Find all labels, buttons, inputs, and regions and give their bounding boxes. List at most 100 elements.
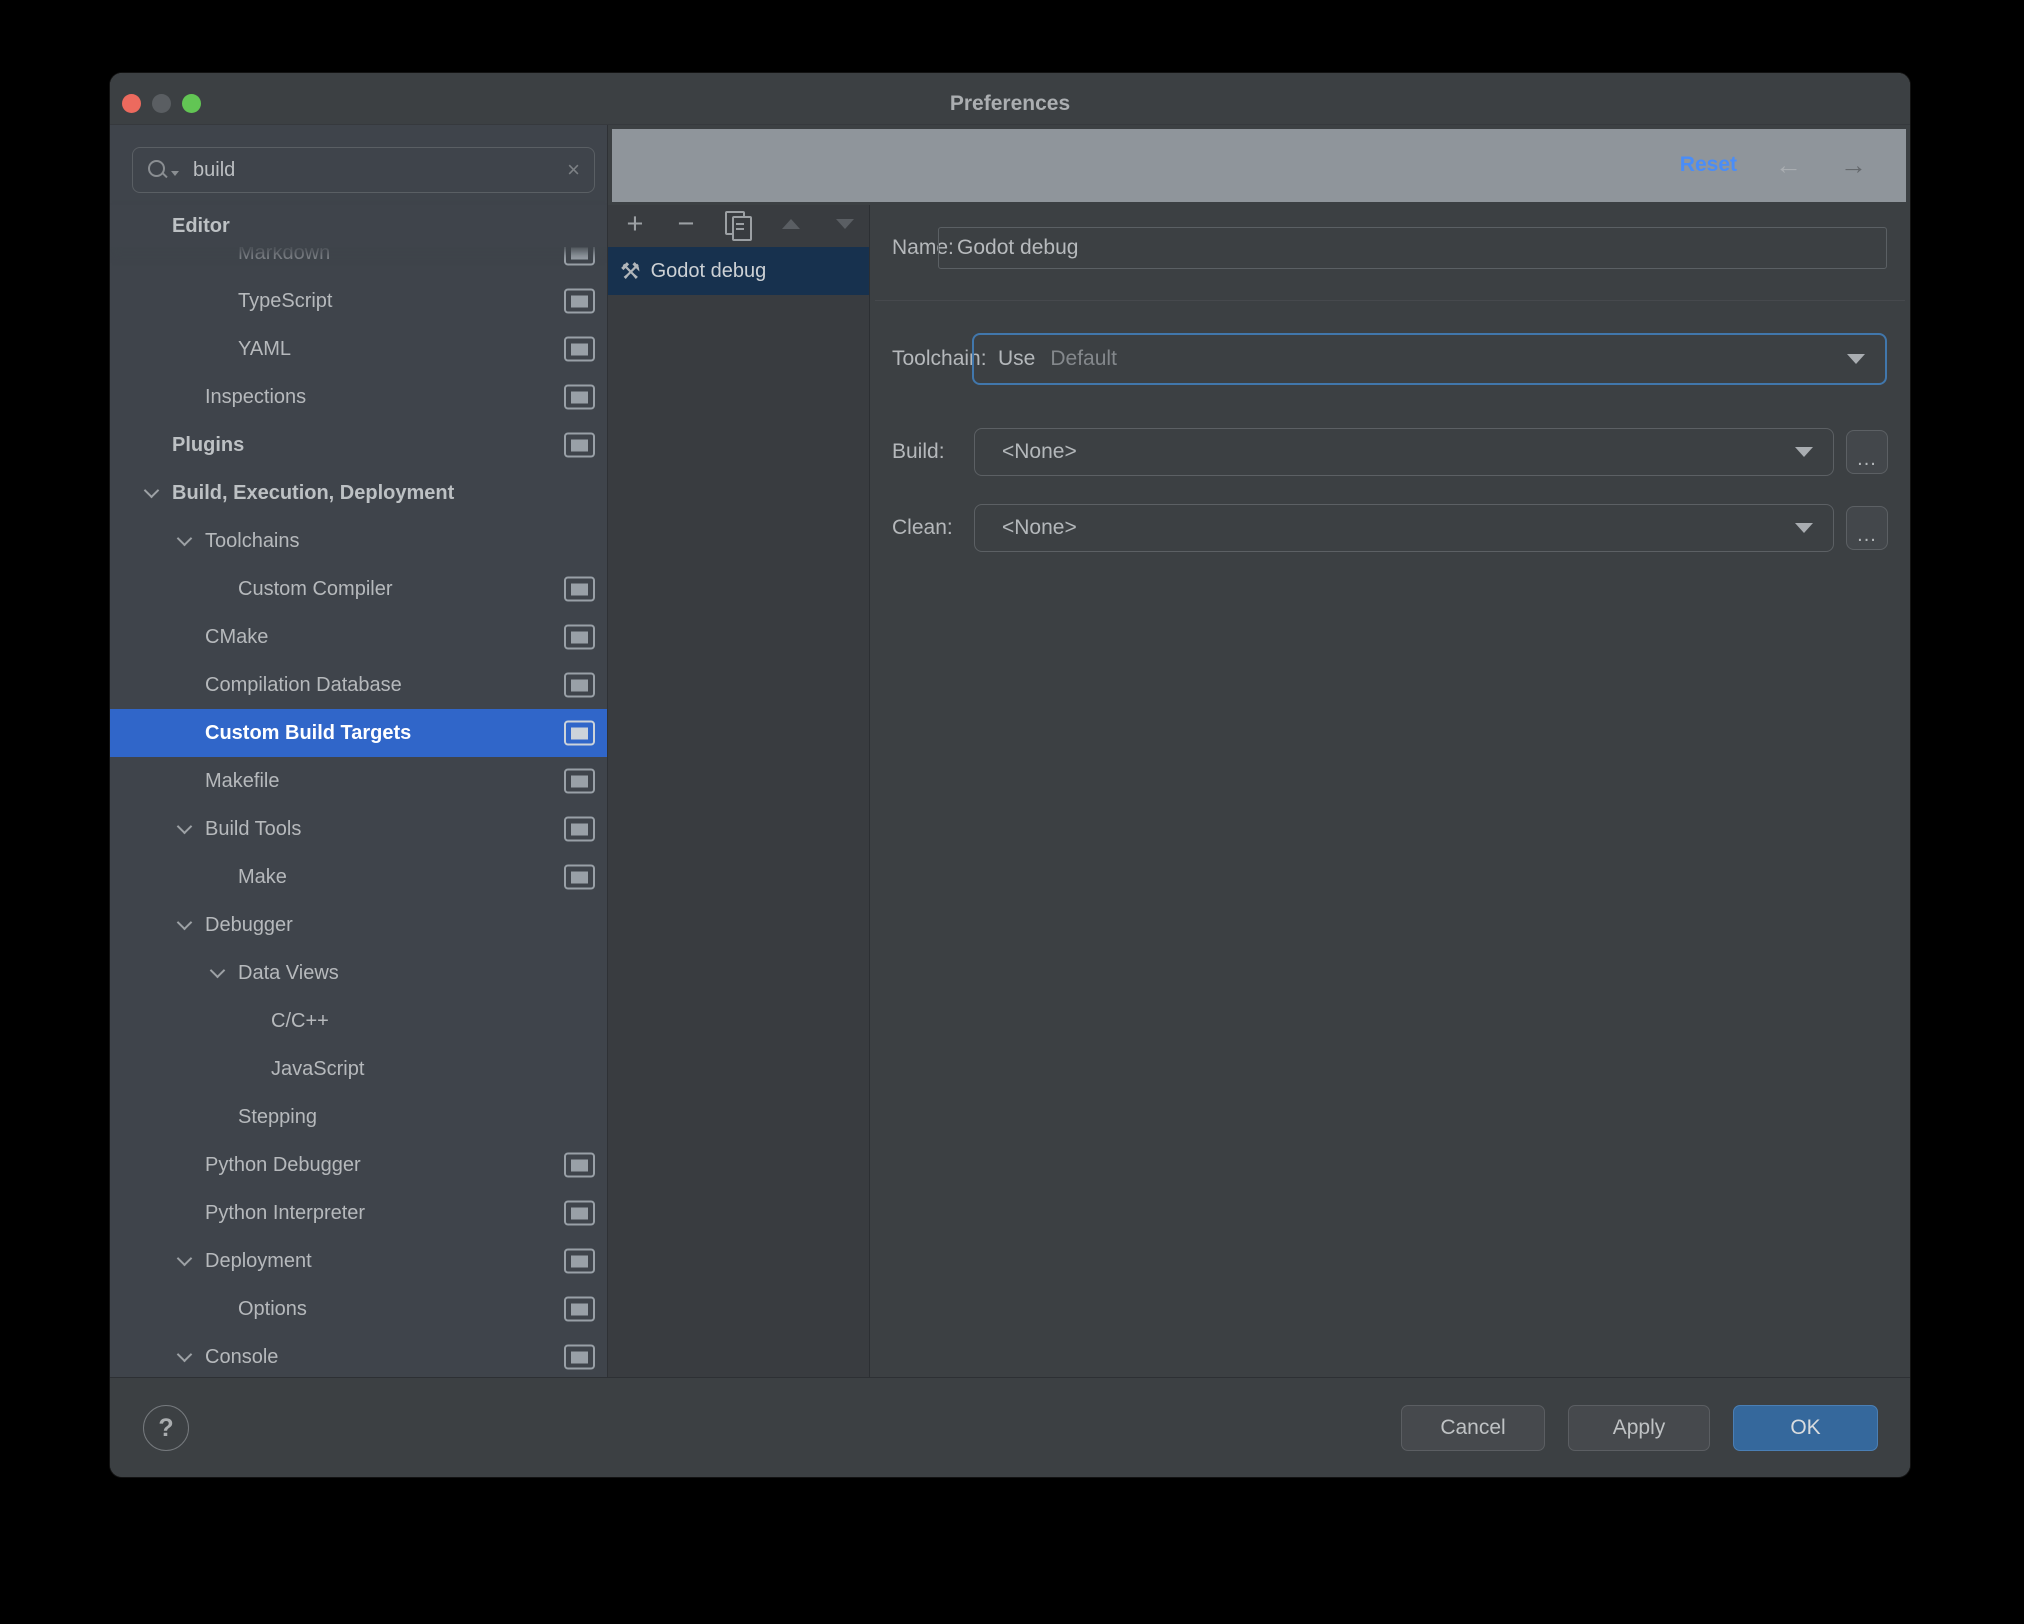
sidebar-item-label: Build Tools (205, 817, 302, 840)
chevron-down-icon (1795, 523, 1813, 533)
window-title: Preferences (949, 91, 1071, 115)
reset-link[interactable]: Reset (1680, 153, 1737, 177)
sidebar-item-label: C/C++ (271, 1009, 329, 1032)
sidebar-item-cmake[interactable]: CMake (110, 613, 607, 661)
sidebar-item-build-execution-deployment[interactable]: Build, Execution, Deployment (110, 469, 607, 517)
sidebar-sticky-group-editor[interactable]: Editor (110, 205, 607, 247)
help-button[interactable]: ? (143, 1405, 189, 1451)
sidebar-item-label: TypeScript (238, 289, 333, 312)
settings-page-icon (564, 672, 595, 698)
toolchain-prefix: Use (998, 347, 1036, 370)
forward-arrow-icon[interactable]: → (1840, 151, 1867, 179)
close-button[interactable] (122, 94, 141, 113)
build-targets-list: + − ⚒ Godot debug (608, 205, 870, 1377)
target-settings-form: Name: Toolchain: Use Default Build: <Non… (870, 205, 1910, 1377)
sidebar-item-label: Inspections (205, 385, 307, 408)
settings-header: Build, Execution, Deployment › Custom Bu… (608, 125, 1910, 205)
sidebar-item-toolchains[interactable]: Toolchains (110, 517, 607, 565)
sidebar-item-label: Compilation Database (205, 673, 402, 696)
clean-label: Clean: (892, 516, 953, 539)
name-field[interactable] (938, 227, 1887, 269)
sidebar-item-c-c[interactable]: C/C++ (110, 997, 607, 1045)
sidebar-item-compilation-database[interactable]: Compilation Database (110, 661, 607, 709)
sidebar-item-label: Python Interpreter (205, 1201, 366, 1224)
toolchain-select[interactable]: Use Default (972, 333, 1887, 385)
search-icon (147, 159, 169, 181)
sidebar-item-data-views[interactable]: Data Views (110, 949, 607, 997)
build-select[interactable]: <None> (974, 428, 1834, 476)
up-arrow-icon (782, 219, 800, 229)
sidebar-item-inspections[interactable]: Inspections (110, 373, 607, 421)
sidebar-item-console[interactable]: Console (110, 1333, 607, 1377)
search-input[interactable] (179, 158, 568, 182)
settings-page-icon (1208, 154, 1235, 176)
build-value: <None> (1002, 440, 1077, 463)
sidebar-item-makefile[interactable]: Makefile (110, 757, 607, 805)
sidebar-item-label: Makefile (205, 769, 280, 792)
sidebar-item-custom-build-targets[interactable]: Custom Build Targets (110, 709, 607, 757)
search-history-caret-icon[interactable] (171, 170, 179, 176)
target-item-label: Godot debug (650, 259, 767, 282)
sidebar-item-python-debugger[interactable]: Python Debugger (110, 1141, 607, 1189)
sidebar-item-plugins[interactable]: Plugins (110, 421, 607, 469)
target-list-item-godot-debug[interactable]: ⚒ Godot debug (608, 247, 869, 295)
build-tools-icon: ⚒ (620, 257, 641, 284)
settings-page-icon (564, 288, 595, 314)
sidebar-item-typescript[interactable]: TypeScript (110, 277, 607, 325)
window-controls (116, 94, 201, 113)
settings-page-icon (564, 1200, 595, 1226)
sidebar-item-label: Make (238, 865, 287, 888)
chevron-down-icon[interactable] (176, 530, 193, 546)
sidebar-item-label: Custom Build Targets (205, 721, 412, 744)
sidebar-item-build-tools[interactable]: Build Tools (110, 805, 607, 853)
chevron-down-icon (1795, 447, 1813, 457)
sidebar-item-custom-compiler[interactable]: Custom Compiler (110, 565, 607, 613)
chevron-down-icon[interactable] (176, 1250, 193, 1266)
sidebar-item-stepping[interactable]: Stepping (110, 1093, 607, 1141)
back-arrow-icon[interactable]: ← (1775, 151, 1802, 179)
settings-page-icon (564, 576, 595, 602)
sidebar-item-label: JavaScript (271, 1057, 365, 1080)
sidebar-item-label: Options (238, 1297, 307, 1320)
settings-page-icon (564, 1296, 595, 1322)
clean-browse-button[interactable]: ... (1846, 506, 1888, 550)
ok-button[interactable]: OK (1733, 1405, 1878, 1451)
sidebar-item-deployment[interactable]: Deployment (110, 1237, 607, 1285)
settings-page-icon (564, 384, 595, 410)
chevron-down-icon[interactable] (176, 914, 193, 930)
chevron-down-icon[interactable] (176, 818, 193, 834)
settings-search[interactable]: × (132, 147, 595, 193)
move-down-button[interactable] (830, 205, 860, 243)
sidebar-item-make[interactable]: Make (110, 853, 607, 901)
copy-icon (724, 210, 752, 241)
clear-search-icon[interactable]: × (567, 159, 580, 181)
toolchain-value: Default (1050, 347, 1117, 370)
remove-target-button[interactable]: − (671, 205, 701, 243)
copy-target-button[interactable] (722, 205, 752, 243)
move-up-button[interactable] (776, 205, 806, 243)
sidebar-item-label: YAML (238, 337, 291, 360)
sidebar-item-label: Build, Execution, Deployment (172, 481, 455, 504)
titlebar: Preferences (110, 73, 1910, 125)
zoom-button[interactable] (182, 94, 201, 113)
settings-page-icon (564, 1248, 595, 1274)
settings-page-icon (564, 1152, 595, 1178)
sidebar-item-python-interpreter[interactable]: Python Interpreter (110, 1189, 607, 1237)
build-browse-button[interactable]: ... (1846, 430, 1888, 474)
build-label: Build: (892, 440, 945, 463)
settings-page-icon (564, 624, 595, 650)
chevron-down-icon[interactable] (209, 962, 226, 978)
settings-sidebar: × Editor MarkdownTypeScriptYAMLInspectio… (110, 125, 608, 1377)
minimize-button[interactable] (152, 94, 171, 113)
sidebar-item-javascript[interactable]: JavaScript (110, 1045, 607, 1093)
sidebar-item-debugger[interactable]: Debugger (110, 901, 607, 949)
clean-select[interactable]: <None> (974, 504, 1834, 552)
chevron-down-icon[interactable] (176, 1346, 193, 1362)
sidebar-item-yaml[interactable]: YAML (110, 325, 607, 373)
sidebar-item-label: Deployment (205, 1249, 312, 1272)
sidebar-item-options[interactable]: Options (110, 1285, 607, 1333)
chevron-down-icon[interactable] (143, 482, 160, 498)
apply-button[interactable]: Apply (1568, 1405, 1710, 1451)
add-target-button[interactable]: + (620, 205, 650, 243)
cancel-button[interactable]: Cancel (1401, 1405, 1545, 1451)
